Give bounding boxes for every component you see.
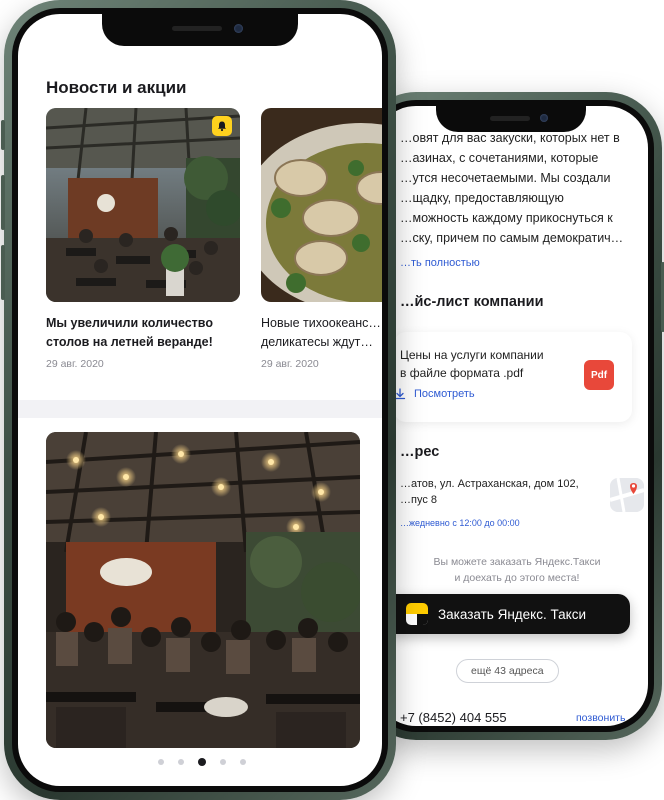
news-date: 29 авг. 2020 bbox=[46, 358, 104, 370]
volume-up-button bbox=[1, 175, 5, 230]
terrace-illustration bbox=[46, 108, 240, 302]
address-line: …атов, ул. Астраханская, дом 102, bbox=[400, 478, 579, 490]
map-thumbnail bbox=[610, 478, 644, 512]
restaurant-illustration bbox=[46, 432, 360, 748]
mute-switch bbox=[1, 120, 5, 150]
price-list-text: Цены на услуги компании в файле формата … bbox=[400, 346, 570, 382]
pagination-dot[interactable] bbox=[220, 759, 226, 765]
view-label: Посмотреть bbox=[414, 388, 475, 400]
front-phone-frame: Новости и акции Мы увеличили количество … bbox=[1, 0, 396, 800]
front-camera bbox=[234, 24, 243, 33]
address-text: …атов, ул. Астраханская, дом 102, …пус 8 bbox=[400, 476, 600, 508]
oysters-illustration bbox=[261, 108, 382, 302]
news-card[interactable]: Мы увеличили количество столов на летней… bbox=[46, 108, 240, 370]
headline-line: Мы увеличили количество bbox=[46, 316, 213, 330]
front-phone-screen: Новости и акции Мы увеличили количество … bbox=[18, 14, 382, 786]
map-pin-icon[interactable] bbox=[610, 478, 644, 512]
opening-hours: …жедневно с 12:00 до 00:00 bbox=[400, 518, 520, 528]
headline-line: столов на летней веранде! bbox=[46, 335, 213, 349]
pagination-dot[interactable] bbox=[178, 759, 184, 765]
pagination-dot[interactable] bbox=[240, 759, 246, 765]
description-line: …ску, причем по самым демократич… bbox=[400, 231, 624, 245]
description-line: …щадку, предоставляющую bbox=[400, 191, 564, 205]
taxi-button-label: Заказать Яндекс. Такси bbox=[438, 606, 586, 622]
speaker-grille bbox=[172, 26, 222, 31]
yandex-taxi-icon bbox=[406, 603, 428, 625]
gallery-pagination bbox=[158, 758, 246, 766]
news-screen: Новости и акции Мы увеличили количество … bbox=[18, 14, 382, 786]
terrace-photo bbox=[46, 108, 240, 302]
price-list-line: Цены на услуги компании bbox=[400, 348, 544, 362]
phone-number: +7 (8452) 404 555 bbox=[400, 710, 507, 725]
back-phone-screen: …овят для вас закуски, которых нет в …аз… bbox=[374, 106, 648, 726]
headline-line: деликатесы ждут… bbox=[261, 335, 373, 349]
headline-line: Новые тихоокеанс… bbox=[261, 316, 381, 330]
taxi-hint-line: и доехать до этого места! bbox=[454, 572, 580, 584]
oysters-photo bbox=[261, 108, 382, 302]
price-list-card[interactable]: Цены на услуги компании в файле формата … bbox=[394, 332, 632, 422]
address-line: …пус 8 bbox=[400, 494, 438, 506]
news-card[interactable]: Новые тихоокеанс… деликатесы ждут… 29 ав… bbox=[261, 108, 382, 370]
company-description: …овят для вас закуски, которых нет в …аз… bbox=[400, 128, 644, 248]
section-divider bbox=[18, 400, 382, 418]
front-phone-notch bbox=[102, 14, 298, 46]
read-more-link[interactable]: …ть полностью bbox=[400, 257, 480, 269]
view-price-list-link[interactable]: Посмотреть bbox=[394, 388, 475, 400]
description-line: …азинах, с сочетаниями, которые bbox=[400, 151, 599, 165]
price-list-title: …йс-лист компании bbox=[400, 294, 544, 310]
call-link[interactable]: позвонить bbox=[576, 712, 625, 724]
bell-glyph bbox=[218, 121, 226, 132]
news-headline: Новые тихоокеанс… деликатесы ждут… bbox=[261, 314, 382, 352]
restaurant-gallery-photo[interactable] bbox=[46, 432, 360, 748]
description-line: …утся несочетаемыми. Мы создали bbox=[400, 171, 611, 185]
speaker-grille bbox=[490, 116, 530, 121]
price-list-line: в файле формата .pdf bbox=[400, 366, 524, 380]
news-headline: Мы увеличили количество столов на летней… bbox=[46, 314, 240, 352]
pagination-dot[interactable] bbox=[158, 759, 164, 765]
pagination-dot-active[interactable] bbox=[198, 758, 206, 766]
address-title: …рес bbox=[400, 444, 440, 460]
front-camera bbox=[540, 114, 548, 122]
description-line: …можность каждому прикоснуться к bbox=[400, 211, 613, 225]
taxi-hint-line: Вы можете заказать Яндекс.Такси bbox=[433, 556, 601, 568]
taxi-hint: Вы можете заказать Яндекс.Такси и доехат… bbox=[400, 554, 634, 586]
news-date: 29 авг. 2020 bbox=[261, 358, 319, 370]
order-yandex-taxi-button[interactable]: Заказать Яндекс. Такси bbox=[384, 594, 630, 634]
news-section-title: Новости и акции bbox=[46, 78, 187, 97]
back-phone-notch bbox=[436, 106, 586, 132]
bell-icon bbox=[212, 116, 232, 136]
more-addresses-button[interactable]: ещё 43 адреса bbox=[456, 659, 559, 683]
volume-down-button bbox=[1, 245, 5, 300]
pdf-file-icon: Pdf bbox=[584, 360, 614, 390]
back-phone-frame: …овят для вас закуски, которых нет в …аз… bbox=[360, 92, 664, 740]
